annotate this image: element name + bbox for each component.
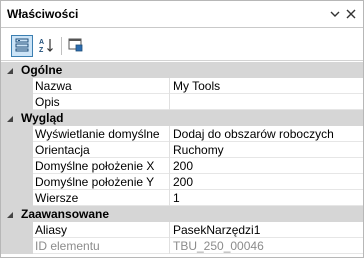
row-gutter	[1, 190, 33, 206]
svg-text:Z: Z	[39, 47, 44, 53]
column-divider[interactable]	[169, 238, 170, 254]
close-icon[interactable]	[345, 8, 357, 20]
category-zaawansowane[interactable]: Zaawansowane	[1, 206, 363, 222]
properties-toolbar: A Z	[1, 29, 363, 61]
property-row-orientacja[interactable]: Orientacja Ruchomy	[1, 142, 363, 158]
row-gutter	[1, 142, 33, 158]
column-divider[interactable]	[169, 158, 170, 174]
alphabetical-sort-icon: A Z	[38, 37, 54, 56]
property-name: Orientacja	[35, 143, 90, 157]
row-gutter	[1, 78, 33, 94]
column-divider[interactable]	[169, 126, 170, 142]
property-name: ID elementu	[35, 239, 100, 253]
row-gutter	[1, 174, 33, 190]
property-name: Wyświetlanie domyślne	[35, 127, 160, 141]
chevron-down-icon[interactable]	[329, 8, 341, 20]
row-gutter	[1, 222, 33, 238]
property-value[interactable]: 200	[173, 175, 193, 189]
property-name: Aliasy	[35, 223, 68, 237]
column-divider[interactable]	[169, 190, 170, 206]
collapse-arrow-icon[interactable]	[5, 113, 15, 123]
property-value[interactable]: My Tools	[173, 79, 220, 93]
property-value[interactable]: PasekNarzędzi1	[173, 223, 260, 237]
property-row-polozenie-x[interactable]: Domyślne położenie X 200	[1, 158, 363, 174]
property-row-polozenie-y[interactable]: Domyślne położenie Y 200	[1, 174, 363, 190]
row-gutter	[1, 158, 33, 174]
property-name: Domyślne położenie Y	[35, 175, 155, 189]
categorized-icon	[14, 37, 30, 56]
property-value[interactable]: Dodaj do obszarów roboczych	[173, 127, 334, 141]
property-name: Domyślne położenie X	[35, 159, 155, 173]
property-value[interactable]: 1	[173, 191, 180, 205]
collapse-arrow-icon[interactable]	[5, 65, 15, 75]
column-divider[interactable]	[169, 78, 170, 94]
categorized-button[interactable]	[11, 35, 33, 57]
category-label: Wygląd	[21, 111, 64, 125]
property-value[interactable]: 200	[173, 159, 193, 173]
property-pages-button[interactable]	[65, 35, 87, 57]
svg-text:A: A	[39, 39, 44, 46]
property-row-wiersze[interactable]: Wiersze 1	[1, 190, 363, 206]
property-row-nazwa[interactable]: Nazwa My Tools	[1, 78, 363, 94]
row-gutter	[1, 94, 33, 110]
row-gutter	[1, 126, 33, 142]
property-row-wyswietlanie[interactable]: Wyświetlanie domyślne Dodaj do obszarów …	[1, 126, 363, 142]
panel-titlebar: Właściwości	[1, 1, 363, 28]
alphabetical-button[interactable]: A Z	[35, 35, 57, 57]
property-name: Opis	[35, 95, 60, 109]
category-label: Zaawansowane	[21, 207, 110, 221]
property-row-opis[interactable]: Opis	[1, 94, 363, 110]
property-name: Nazwa	[35, 79, 72, 93]
column-divider[interactable]	[169, 222, 170, 238]
property-value: TBU_250_00046	[173, 239, 264, 253]
panel-title: Właściwości	[7, 7, 79, 21]
properties-panel: Właściwości A Z Ogólne Nazwa My Tools Op…	[0, 0, 364, 258]
collapse-arrow-icon[interactable]	[5, 209, 15, 219]
category-label: Ogólne	[21, 63, 63, 77]
property-row-aliasy[interactable]: Aliasy PasekNarzędzi1	[1, 222, 363, 238]
property-grid: Ogólne Nazwa My Tools Opis Wygląd Wyświe…	[1, 62, 363, 254]
property-name: Wiersze	[35, 191, 79, 205]
column-divider[interactable]	[169, 142, 170, 158]
property-pages-icon	[68, 37, 84, 56]
row-gutter	[1, 238, 33, 254]
category-wyglad[interactable]: Wygląd	[1, 110, 363, 126]
toolbar-separator	[61, 37, 62, 55]
category-ogolne[interactable]: Ogólne	[1, 62, 363, 78]
column-divider[interactable]	[169, 94, 170, 110]
column-divider[interactable]	[169, 174, 170, 190]
property-row-id-elementu[interactable]: ID elementu TBU_250_00046	[1, 238, 363, 254]
property-value[interactable]: Ruchomy	[173, 143, 224, 157]
